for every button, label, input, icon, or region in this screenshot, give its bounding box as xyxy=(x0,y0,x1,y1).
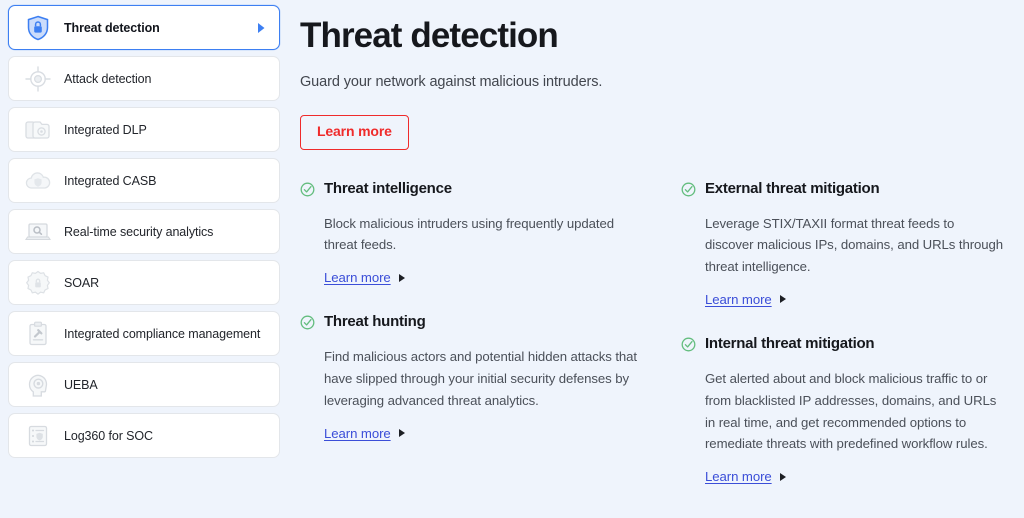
feature-learn-more-link[interactable]: Learn more xyxy=(324,270,405,285)
page-title: Threat detection xyxy=(300,16,1010,56)
sidebar-item-integrated-casb[interactable]: Integrated CASB xyxy=(8,158,280,203)
sidebar-item-label: Real-time security analytics xyxy=(64,225,213,239)
feature-grid: Threat intelligence Block malicious intr… xyxy=(300,180,1010,512)
feature-threat-intelligence: Threat intelligence Block malicious intr… xyxy=(300,180,639,288)
feature-external-threat-mitigation: External threat mitigation Leverage STIX… xyxy=(681,180,1006,309)
arrow-right-icon xyxy=(780,473,786,481)
feature-heading: Threat hunting xyxy=(300,313,639,335)
feature-sidebar: Threat detection Attack detection xyxy=(0,0,288,518)
feature-learn-more-link[interactable]: Learn more xyxy=(324,426,405,441)
sidebar-item-label: Integrated CASB xyxy=(64,174,156,188)
folder-gear-icon xyxy=(23,116,53,144)
check-circle-icon xyxy=(300,315,315,335)
learn-more-button[interactable]: Learn more xyxy=(300,115,409,149)
check-circle-icon xyxy=(681,337,696,357)
sidebar-item-label: Attack detection xyxy=(64,72,151,86)
arrow-right-icon xyxy=(399,274,405,282)
laptop-search-icon xyxy=(23,218,53,246)
feature-heading: External threat mitigation xyxy=(681,180,1006,202)
sidebar-item-real-time-security-analytics[interactable]: Real-time security analytics xyxy=(8,209,280,254)
feature-learn-more-link[interactable]: Learn more xyxy=(705,469,786,484)
sidebar-item-integrated-dlp[interactable]: Integrated DLP xyxy=(8,107,280,152)
feature-description: Find malicious actors and potential hidd… xyxy=(324,346,639,411)
head-gear-icon xyxy=(23,371,53,399)
feature-description: Get alerted about and block malicious tr… xyxy=(705,368,1006,455)
feature-heading: Threat intelligence xyxy=(300,180,639,202)
sidebar-item-label: Integrated compliance management xyxy=(64,327,260,341)
sidebar-item-label: Threat detection xyxy=(64,21,160,35)
sidebar-item-attack-detection[interactable]: Attack detection xyxy=(8,56,280,101)
sidebar-item-integrated-compliance-management[interactable]: Integrated compliance management xyxy=(8,311,280,356)
product-feature-page: Threat detection Attack detection xyxy=(0,0,1024,518)
feature-learn-more-label: Learn more xyxy=(705,292,772,307)
crosshair-target-icon xyxy=(23,65,53,93)
sidebar-item-label: SOAR xyxy=(64,276,99,290)
sidebar-item-label: Log360 for SOC xyxy=(64,429,153,443)
sidebar-item-soar[interactable]: SOAR xyxy=(8,260,280,305)
cloud-shield-icon xyxy=(23,167,53,195)
feature-title: Threat intelligence xyxy=(324,180,452,198)
main-content: Threat detection Guard your network agai… xyxy=(288,0,1024,518)
arrow-right-icon xyxy=(780,295,786,303)
check-circle-icon xyxy=(681,182,696,202)
gear-lock-icon xyxy=(23,269,53,297)
chevron-right-icon xyxy=(255,21,267,35)
feature-description: Leverage STIX/TAXII format threat feeds … xyxy=(705,213,1006,278)
feature-threat-hunting: Threat hunting Find malicious actors and… xyxy=(300,313,639,442)
shield-lock-icon xyxy=(23,14,53,42)
check-circle-icon xyxy=(300,182,315,202)
sidebar-item-threat-detection[interactable]: Threat detection xyxy=(8,5,280,50)
page-subtitle: Guard your network against malicious int… xyxy=(300,74,1010,90)
feature-learn-more-label: Learn more xyxy=(705,469,772,484)
feature-learn-more-label: Learn more xyxy=(324,270,391,285)
sidebar-item-label: Integrated DLP xyxy=(64,123,147,137)
sidebar-item-log360-for-soc[interactable]: Log360 for SOC xyxy=(8,413,280,458)
feature-title: Threat hunting xyxy=(324,313,426,331)
feature-column-right: External threat mitigation Leverage STIX… xyxy=(655,180,1010,512)
list-shield-icon xyxy=(23,422,53,450)
feature-description: Block malicious intruders using frequent… xyxy=(324,213,639,257)
feature-title: Internal threat mitigation xyxy=(705,335,874,353)
feature-learn-more-label: Learn more xyxy=(324,426,391,441)
feature-title: External threat mitigation xyxy=(705,180,879,198)
clipboard-gavel-icon xyxy=(23,320,53,348)
sidebar-item-label: UEBA xyxy=(64,378,98,392)
feature-internal-threat-mitigation: Internal threat mitigation Get alerted a… xyxy=(681,335,1006,486)
arrow-right-icon xyxy=(399,429,405,437)
feature-heading: Internal threat mitigation xyxy=(681,335,1006,357)
feature-learn-more-link[interactable]: Learn more xyxy=(705,292,786,307)
sidebar-item-ueba[interactable]: UEBA xyxy=(8,362,280,407)
feature-column-left: Threat intelligence Block malicious intr… xyxy=(300,180,655,512)
